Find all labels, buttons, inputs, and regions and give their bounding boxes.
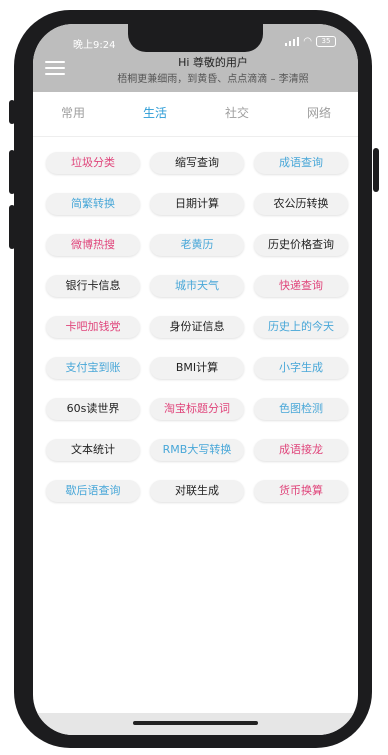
battery-icon: 35: [316, 36, 336, 47]
tool-chip[interactable]: 历史价格查询: [254, 234, 348, 256]
notch: [128, 24, 263, 52]
tool-chip[interactable]: 微博热搜: [46, 234, 140, 256]
signal-icon: [285, 37, 300, 46]
home-indicator[interactable]: [133, 721, 258, 725]
tool-chip[interactable]: 淘宝标题分词: [150, 398, 244, 420]
volume-down-button: [9, 150, 15, 194]
tool-chip[interactable]: 卡吧加钱党: [46, 316, 140, 338]
tool-chip[interactable]: 农公历转换: [254, 193, 348, 215]
tool-chip[interactable]: 老黄历: [150, 234, 244, 256]
status-time: 晚上9:24: [73, 40, 116, 51]
tool-chip[interactable]: 货币换算: [254, 480, 348, 502]
tool-chip[interactable]: 缩写查询: [150, 152, 244, 174]
tool-chip[interactable]: 60s读世界: [46, 398, 140, 420]
tool-chip[interactable]: 成语接龙: [254, 439, 348, 461]
wifi-icon: ◠: [303, 35, 312, 47]
tool-chip[interactable]: BMI计算: [150, 357, 244, 379]
tool-chip[interactable]: 日期计算: [150, 193, 244, 215]
status-icons: ◠ 35: [285, 36, 336, 47]
tool-chip[interactable]: 历史上的今天: [254, 316, 348, 338]
tool-chip[interactable]: 色图检测: [254, 398, 348, 420]
tab-life[interactable]: 生活: [115, 104, 195, 121]
tool-chip[interactable]: 银行卡信息: [46, 275, 140, 297]
quote-text: 梧桐更兼细雨，到黄昏、点点滴滴 – 李清照: [117, 74, 309, 85]
tab-divider: [33, 136, 358, 137]
tab-social[interactable]: 社交: [197, 104, 277, 121]
tool-chip[interactable]: 身份证信息: [150, 316, 244, 338]
tool-chip[interactable]: RMB大写转换: [150, 439, 244, 461]
tool-chip[interactable]: 歇后语查询: [46, 480, 140, 502]
tab-network[interactable]: 网络: [279, 104, 358, 121]
silent-switch: [9, 205, 15, 249]
greeting-text: Hi 尊敬的用户: [178, 56, 248, 69]
tool-chip[interactable]: 城市天气: [150, 275, 244, 297]
tool-chip[interactable]: 简繁转换: [46, 193, 140, 215]
tool-chip[interactable]: 小字生成: [254, 357, 348, 379]
tool-chip[interactable]: 支付宝到账: [46, 357, 140, 379]
tool-chip[interactable]: 垃圾分类: [46, 152, 140, 174]
screen: 晚上9:24 ◠ 35 Hi 尊敬的用户 梧桐更兼细雨，到黄昏、点点滴滴 – 李…: [33, 24, 358, 735]
menu-icon[interactable]: [45, 61, 65, 75]
volume-up-button: [9, 100, 15, 124]
tab-common[interactable]: 常用: [33, 104, 113, 121]
tool-chip[interactable]: 快递查询: [254, 275, 348, 297]
header-bar: 晚上9:24 ◠ 35 Hi 尊敬的用户 梧桐更兼细雨，到黄昏、点点滴滴 – 李…: [33, 24, 358, 92]
tool-chip[interactable]: 对联生成: [150, 480, 244, 502]
power-button: [373, 148, 379, 192]
category-tabs: 常用 生活 社交 网络: [33, 104, 358, 130]
tool-chip[interactable]: 文本统计: [46, 439, 140, 461]
tool-chip[interactable]: 成语查询: [254, 152, 348, 174]
